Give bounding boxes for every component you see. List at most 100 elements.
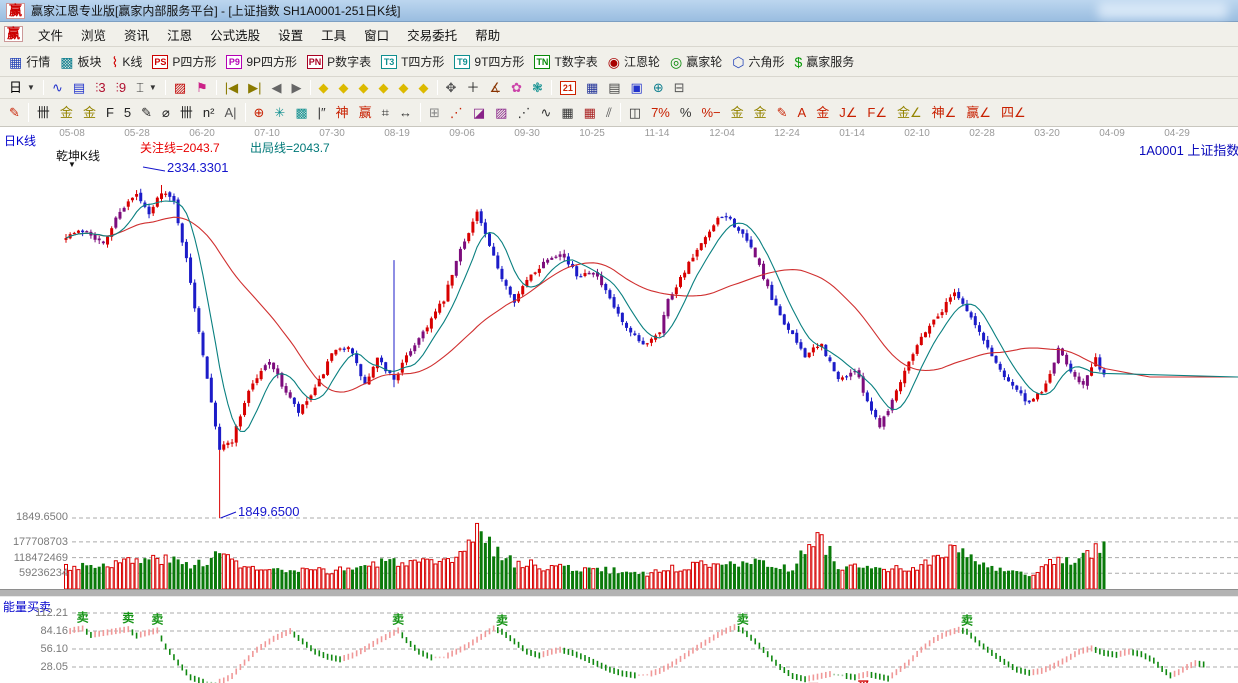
- wave-tool-icon[interactable]: ❃: [527, 77, 548, 98]
- toolbar-t-number-table[interactable]: TNT数字表: [529, 47, 602, 76]
- compass-red-icon[interactable]: ⊕: [249, 99, 270, 126]
- pattern-filter-icon[interactable]: ▨: [169, 77, 191, 98]
- percent-icon[interactable]: %: [675, 99, 697, 126]
- winner-wheel-label: 赢家轮: [686, 53, 722, 70]
- jump-start-icon[interactable]: |◀: [220, 77, 243, 98]
- circle-ruler-icon[interactable]: ⌀: [157, 99, 175, 126]
- box-fan-icon[interactable]: ◪: [468, 99, 490, 126]
- gold-angle-icon[interactable]: 金∠: [892, 99, 927, 126]
- kline-dropdown-icon[interactable]: ▼: [68, 160, 76, 169]
- menu-item-browse[interactable]: 浏览: [72, 23, 115, 46]
- toolbar-winner-service[interactable]: $赢家服务: [790, 47, 860, 76]
- zigzag-icon[interactable]: ∿: [535, 99, 556, 126]
- shrink-x-icon[interactable]: ◆: [374, 77, 394, 98]
- box-hatch-icon[interactable]: ▨: [490, 99, 512, 126]
- fib-grid-icon[interactable]: F: [101, 99, 119, 126]
- ying-angle-icon[interactable]: 赢∠: [961, 99, 996, 126]
- toolbar-9t-square[interactable]: T99T四方形: [449, 47, 529, 76]
- red-grid-icon[interactable]: ▦: [579, 99, 601, 126]
- a-frame-icon[interactable]: A: [793, 99, 812, 126]
- toolbar-t-square[interactable]: T3T四方形: [376, 47, 449, 76]
- fan-lines-icon[interactable]: ⋰: [445, 99, 468, 126]
- toolbar-p-number-table[interactable]: PNP数字表: [302, 47, 376, 76]
- info-doc-icon[interactable]: ▤: [68, 77, 90, 98]
- minute3-chart-icon[interactable]: ⫶3: [90, 77, 110, 98]
- menu-item-trade[interactable]: 交易委托: [398, 23, 466, 46]
- mirror-icon[interactable]: A|: [219, 99, 241, 126]
- calendar-icon[interactable]: 21: [555, 77, 581, 98]
- ruler123-icon[interactable]: ⌗: [377, 99, 394, 126]
- signal-flag-icon[interactable]: ⚑: [191, 77, 213, 98]
- menu-item-window[interactable]: 窗口: [355, 23, 398, 46]
- calculator-icon[interactable]: ▦: [581, 77, 603, 98]
- save-icon[interactable]: ▣: [626, 77, 648, 98]
- step-back-icon[interactable]: ◀: [267, 77, 287, 98]
- zoom-out-x-icon[interactable]: ◆: [314, 77, 334, 98]
- pen-grid-icon[interactable]: ✎: [136, 99, 157, 126]
- draw-pen-icon[interactable]: ✎: [4, 99, 25, 126]
- dense-grid-icon[interactable]: ▦: [556, 99, 578, 126]
- shen-tool-icon[interactable]: 神: [331, 99, 354, 126]
- width-measure-icon[interactable]: ↔: [394, 99, 417, 126]
- box-web-icon[interactable]: ▩: [290, 99, 312, 126]
- f-angle-icon[interactable]: F∠: [862, 99, 892, 126]
- percent-chart-icon[interactable]: ◫: [624, 99, 646, 126]
- expand-x-icon[interactable]: ◆: [354, 77, 374, 98]
- grid-tool-icon[interactable]: 卌: [32, 99, 55, 126]
- spider-web-icon[interactable]: ✳: [269, 99, 290, 126]
- jump-end-icon[interactable]: ▶|: [243, 77, 266, 98]
- candle-style-dropdown[interactable]: ⌶▼: [131, 77, 162, 98]
- step-forward-icon[interactable]: ▶: [287, 77, 307, 98]
- n-square-icon[interactable]: n²: [198, 99, 220, 126]
- zoom-in-x-icon[interactable]: ◆: [334, 77, 354, 98]
- angle-measure-icon[interactable]: ∡: [484, 77, 506, 98]
- ying-tool-icon[interactable]: 赢: [354, 99, 377, 126]
- measure-ticks-icon[interactable]: |″: [313, 99, 331, 126]
- gann-draw-icon[interactable]: ✿: [506, 77, 527, 98]
- toolbar-kline[interactable]: ⌇K线: [107, 47, 148, 76]
- toolbar-p-square[interactable]: PSP四方形: [147, 47, 221, 76]
- menu-item-file[interactable]: 文件: [29, 23, 72, 46]
- gold-grid2-icon[interactable]: 金: [78, 99, 101, 126]
- formula-curve-icon[interactable]: ∿: [47, 77, 68, 98]
- period-day-dropdown[interactable]: 日▼: [4, 77, 40, 98]
- menu-item-tools[interactable]: 工具: [312, 23, 355, 46]
- menu-item-gann[interactable]: 江恩: [158, 23, 201, 46]
- gold-red-icon[interactable]: 金: [811, 99, 834, 126]
- minute9-chart-icon[interactable]: ⫶9: [111, 77, 131, 98]
- chart-canvas[interactable]: 卖卖卖卖卖卖卖买买买买: [0, 127, 1238, 683]
- web-sync-icon[interactable]: ⊕: [648, 77, 669, 98]
- percent-line-icon[interactable]: %−: [696, 99, 725, 126]
- slash-lines-icon[interactable]: ⫽: [601, 99, 617, 126]
- kline-type-label[interactable]: 乾坤K线: [56, 147, 100, 164]
- drag-hand-icon[interactable]: ✥: [441, 77, 462, 98]
- toolbar-gann-wheel[interactable]: ◉江恩轮: [603, 47, 665, 76]
- window-box-icon[interactable]: ⊞: [424, 99, 445, 126]
- gold-grid1-icon[interactable]: 金: [55, 99, 78, 126]
- print-icon[interactable]: ⊟: [669, 77, 690, 98]
- angle-lines-icon[interactable]: ⋰: [512, 99, 535, 126]
- expand-y-icon[interactable]: ◆: [394, 77, 414, 98]
- toolbar-quotes[interactable]: ▦行情: [4, 47, 55, 76]
- j-angle-icon[interactable]: J∠: [834, 99, 862, 126]
- pane-splitter[interactable]: [0, 589, 1238, 597]
- five-grid-icon[interactable]: 5: [119, 99, 136, 126]
- seven-percent-icon[interactable]: 7%: [646, 99, 675, 126]
- notes-icon[interactable]: ▤: [603, 77, 625, 98]
- toolbar-hexagon[interactable]: ⬡六角形: [727, 47, 789, 76]
- toolbar-winner-wheel[interactable]: ◎赢家轮: [665, 47, 727, 76]
- gold-circle-icon[interactable]: 金: [726, 99, 749, 126]
- gold-level-icon[interactable]: 金: [749, 99, 772, 126]
- menu-item-news[interactable]: 资讯: [115, 23, 158, 46]
- pen-candle-icon[interactable]: ✎: [772, 99, 793, 126]
- toolbar-sectors[interactable]: ▩板块: [55, 47, 106, 76]
- tick-grid-icon[interactable]: 卌: [175, 99, 198, 126]
- menu-item-settings[interactable]: 设置: [269, 23, 312, 46]
- crosshair-icon[interactable]: ＋: [461, 77, 484, 98]
- toolbar-9p-square[interactable]: P99P四方形: [221, 47, 302, 76]
- si-angle-icon[interactable]: 四∠: [996, 99, 1031, 126]
- menu-item-formula-pick[interactable]: 公式选股: [201, 23, 269, 46]
- menu-item-help[interactable]: 帮助: [466, 23, 509, 46]
- shen-angle-icon[interactable]: 神∠: [927, 99, 962, 126]
- shrink-y-icon[interactable]: ◆: [414, 77, 434, 98]
